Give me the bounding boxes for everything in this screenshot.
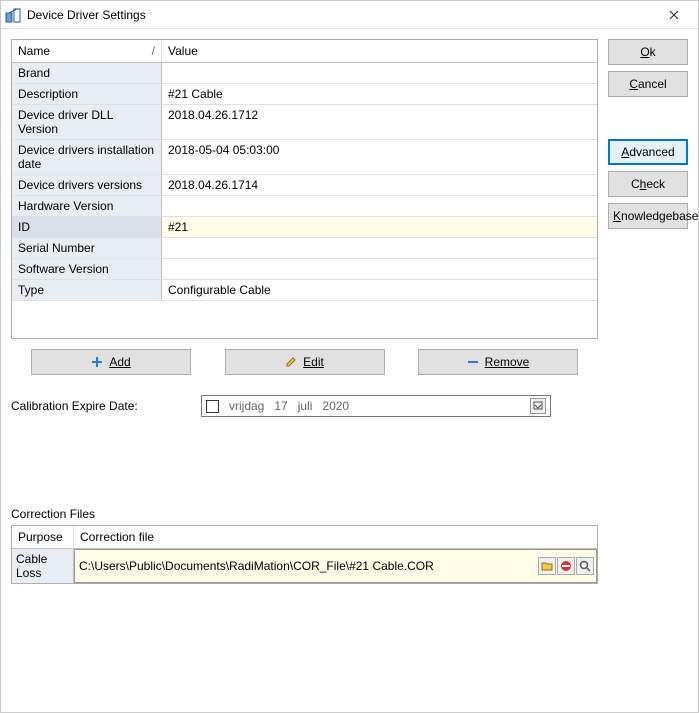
grid-row[interactable]: Device drivers installation date2018-05-… xyxy=(12,140,597,175)
column-value-label: Value xyxy=(168,44,198,58)
check-label: Check xyxy=(631,177,665,191)
spacer xyxy=(608,103,688,133)
grid-row[interactable]: Serial Number xyxy=(12,238,597,259)
remove-button[interactable]: Remove xyxy=(418,349,578,375)
plus-icon xyxy=(91,356,103,368)
clear-button[interactable] xyxy=(557,557,575,575)
property-name-cell: Brand xyxy=(12,63,162,83)
search-button[interactable] xyxy=(576,557,594,575)
pencil-icon xyxy=(285,356,297,368)
date-dropdown-button[interactable] xyxy=(530,398,546,414)
action-row: Add Edit Remove xyxy=(11,349,598,375)
correction-file-text: C:\Users\Public\Documents\RadiMation\COR… xyxy=(77,559,537,573)
column-file[interactable]: Correction file xyxy=(74,526,597,548)
folder-open-icon xyxy=(541,560,553,572)
correction-purpose-cell: Cable Loss xyxy=(12,549,74,583)
correction-row: Cable Loss C:\Users\Public\Documents\Rad… xyxy=(12,549,597,583)
dialog-window: Device Driver Settings Name / Value Bran… xyxy=(0,0,699,713)
calibration-checkbox[interactable] xyxy=(206,400,219,413)
grid-row[interactable]: Hardware Version xyxy=(12,196,597,217)
correction-section-label: Correction Files xyxy=(11,507,598,521)
search-icon xyxy=(579,560,591,572)
property-value-cell xyxy=(162,196,597,216)
knowledgebase-label: Knowledgebase xyxy=(613,209,698,223)
date-day: 17 xyxy=(274,399,287,413)
main-panel: Name / Value BrandDescription#21 CableDe… xyxy=(11,39,598,702)
correction-grid: Purpose Correction file Cable Loss C:\Us… xyxy=(11,525,598,584)
date-month: juli xyxy=(298,399,313,413)
property-value-cell xyxy=(162,63,597,83)
date-weekday: vrijdag xyxy=(229,399,264,413)
grid-row[interactable]: Device drivers versions2018.04.26.1714 xyxy=(12,175,597,196)
property-name-cell: Type xyxy=(12,280,162,300)
remove-label: Remove xyxy=(485,355,530,369)
correction-file-cell[interactable]: C:\Users\Public\Documents\RadiMation\COR… xyxy=(74,549,597,583)
close-icon xyxy=(669,10,679,20)
titlebar: Device Driver Settings xyxy=(1,1,698,29)
grid-row[interactable]: Software Version xyxy=(12,259,597,280)
check-button[interactable]: Check xyxy=(608,171,688,197)
grid-header: Name / Value xyxy=(12,40,597,63)
window-title: Device Driver Settings xyxy=(27,8,654,22)
column-name-label: Name xyxy=(18,44,50,58)
edit-label: Edit xyxy=(303,355,324,369)
grid-row[interactable]: ID#21 xyxy=(12,217,597,238)
minus-icon xyxy=(467,356,479,368)
property-name-cell: ID xyxy=(12,217,162,237)
property-value-cell xyxy=(162,238,597,258)
sort-asc-icon: / xyxy=(152,44,155,58)
no-entry-icon xyxy=(560,560,572,572)
advanced-button[interactable]: Advanced xyxy=(608,139,688,165)
property-value-cell: 2018-05-04 05:03:00 xyxy=(162,140,597,174)
advanced-label: Advanced xyxy=(621,145,674,159)
knowledgebase-button[interactable]: Knowledgebase xyxy=(608,203,688,229)
date-year: 2020 xyxy=(322,399,349,413)
property-value-cell: #21 Cable xyxy=(162,84,597,104)
ok-label: Ok xyxy=(640,45,655,59)
calibration-row: Calibration Expire Date: vrijdag 17 juli… xyxy=(11,395,598,417)
calendar-dropdown-icon xyxy=(533,401,543,411)
grid-row[interactable]: Brand xyxy=(12,63,597,84)
property-name-cell: Device driver DLL Version xyxy=(12,105,162,139)
browse-button[interactable] xyxy=(538,557,556,575)
property-value-cell: 2018.04.26.1712 xyxy=(162,105,597,139)
cancel-label: Cancel xyxy=(629,77,666,91)
calibration-date-picker[interactable]: vrijdag 17 juli 2020 xyxy=(201,395,551,417)
column-name[interactable]: Name / xyxy=(12,40,162,62)
dialog-body: Name / Value BrandDescription#21 CableDe… xyxy=(1,29,698,712)
property-name-cell: Software Version xyxy=(12,259,162,279)
add-label: Add xyxy=(109,355,130,369)
property-name-cell: Device drivers versions xyxy=(12,175,162,195)
property-value-cell: Configurable Cable xyxy=(162,280,597,300)
grid-row[interactable]: Description#21 Cable xyxy=(12,84,597,105)
property-value-cell: #21 xyxy=(162,217,597,237)
calibration-label: Calibration Expire Date: xyxy=(11,399,191,413)
property-value-cell: 2018.04.26.1714 xyxy=(162,175,597,195)
app-icon xyxy=(5,7,21,23)
ok-button[interactable]: Ok xyxy=(608,39,688,65)
property-name-cell: Hardware Version xyxy=(12,196,162,216)
column-purpose[interactable]: Purpose xyxy=(12,526,74,548)
edit-button[interactable]: Edit xyxy=(225,349,385,375)
grid-row[interactable]: Device driver DLL Version2018.04.26.1712 xyxy=(12,105,597,140)
sidebar: Ok Cancel Advanced Check Knowledgebase xyxy=(608,39,688,702)
close-button[interactable] xyxy=(654,2,694,28)
correction-header: Purpose Correction file xyxy=(12,526,597,549)
properties-grid: Name / Value BrandDescription#21 CableDe… xyxy=(11,39,598,339)
property-name-cell: Device drivers installation date xyxy=(12,140,162,174)
cancel-button[interactable]: Cancel xyxy=(608,71,688,97)
property-value-cell xyxy=(162,259,597,279)
grid-body: BrandDescription#21 CableDevice driver D… xyxy=(12,63,597,338)
property-name-cell: Description xyxy=(12,84,162,104)
add-button[interactable]: Add xyxy=(31,349,191,375)
property-name-cell: Serial Number xyxy=(12,238,162,258)
grid-row[interactable]: TypeConfigurable Cable xyxy=(12,280,597,301)
column-value[interactable]: Value xyxy=(162,40,597,62)
